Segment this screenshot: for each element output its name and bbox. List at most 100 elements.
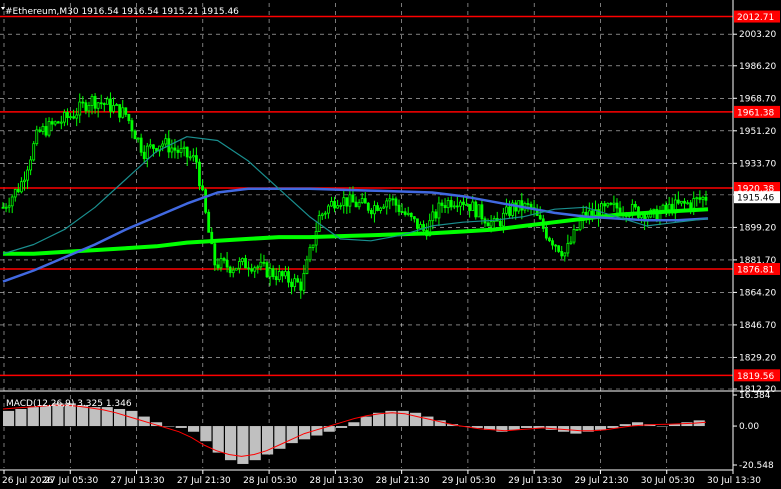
candle-body	[127, 114, 131, 122]
candle-body	[259, 261, 263, 268]
candle	[234, 267, 238, 271]
candle-body	[376, 205, 379, 211]
candle-body	[320, 213, 324, 216]
candle-body	[440, 202, 444, 206]
candle-body	[701, 196, 705, 200]
candle-body	[333, 201, 336, 209]
candle-body	[29, 159, 33, 171]
candle-body	[4, 206, 8, 209]
candle	[204, 188, 208, 215]
candle-body	[265, 262, 269, 278]
time-tick-label: 28 Jul 21:30	[376, 476, 430, 486]
candle-body	[136, 137, 140, 140]
price-tick-label: 1881.70	[739, 256, 776, 266]
price-tick-label: 1986.20	[739, 62, 776, 72]
candle-body	[287, 271, 290, 283]
candle-body	[357, 202, 361, 208]
candle-body	[38, 129, 42, 132]
candle-body	[446, 200, 450, 209]
candle-body	[409, 212, 413, 218]
macd-bar	[336, 426, 348, 428]
candle-body	[311, 244, 315, 248]
candle-body	[102, 103, 106, 105]
candle-body	[44, 126, 48, 136]
macd-bar	[521, 426, 533, 428]
candle-body	[373, 205, 376, 215]
candle-body	[680, 200, 683, 204]
time-tick-label: 29 Jul 13:30	[508, 476, 562, 486]
candle-body	[253, 267, 257, 272]
candle-body	[179, 148, 183, 153]
candle-body	[449, 200, 453, 208]
candle-body	[379, 207, 382, 211]
candle-body	[124, 107, 128, 115]
candle-body	[198, 161, 201, 187]
candle	[477, 204, 481, 218]
candle-body	[81, 101, 85, 104]
candle-body	[554, 244, 557, 247]
candle-body	[354, 201, 358, 208]
candle-body	[369, 209, 373, 215]
candle-body	[53, 121, 57, 125]
candle-body	[572, 229, 576, 243]
candle	[557, 245, 561, 253]
macd-bar	[15, 408, 27, 427]
candle-body	[26, 169, 29, 181]
price-chart[interactable]: 2012.711961.381920.381876.811819.56 2003…	[0, 0, 781, 489]
candle-body	[443, 205, 447, 209]
macd-bar	[410, 412, 422, 427]
candle-body	[591, 210, 594, 216]
candle-body	[557, 245, 561, 252]
candle-body	[13, 189, 17, 198]
time-tick-label: 27 Jul 05:30	[44, 476, 98, 486]
candle-body	[99, 102, 103, 105]
candle-body	[164, 138, 168, 145]
macd-bar	[27, 407, 39, 427]
candle-body	[327, 205, 330, 214]
candle-body	[388, 198, 392, 202]
candle-body	[412, 216, 416, 220]
candle-body	[244, 258, 247, 269]
candle-body	[69, 116, 72, 119]
candle-body	[195, 155, 198, 163]
candle-body	[455, 205, 459, 208]
candle-body	[606, 202, 610, 207]
candle	[32, 141, 36, 162]
candle-body	[342, 197, 346, 206]
candle-body	[173, 147, 177, 151]
price-tick-label: 1846.70	[739, 321, 776, 331]
macd-label: MACD(12,26,9) 3.325 1.346	[6, 399, 132, 409]
candle-body	[615, 202, 619, 209]
level-label: 1961.38	[737, 108, 774, 118]
candle-body	[204, 189, 208, 213]
candle-body	[90, 96, 94, 106]
candle-body	[486, 222, 490, 227]
candle-body	[87, 105, 91, 112]
candle-body	[400, 211, 404, 213]
candle-body	[508, 206, 511, 216]
candle-body	[551, 240, 554, 246]
macd-bar	[274, 426, 286, 449]
candle-body	[360, 198, 364, 204]
candle-body	[115, 104, 118, 106]
candle-body	[75, 114, 79, 119]
candle-body	[437, 202, 441, 219]
candle	[575, 228, 579, 231]
price-tick-label: 1933.70	[739, 159, 776, 169]
candle-body	[348, 194, 352, 207]
candle-body	[520, 200, 524, 211]
candle-body	[609, 202, 613, 205]
candle-body	[84, 102, 88, 112]
macd-bar	[595, 426, 607, 430]
time-tick-label: 27 Jul 21:30	[177, 476, 231, 486]
candle-body	[462, 201, 465, 205]
candle-body	[62, 111, 66, 123]
candle-body	[474, 201, 478, 218]
candle-body	[161, 143, 165, 147]
candle-body	[268, 268, 272, 278]
candle-body	[664, 204, 668, 211]
macd-bar	[175, 426, 187, 428]
time-tick-label: 29 Jul 21:30	[574, 476, 628, 486]
candle-body	[16, 189, 20, 193]
price-tick-label: 2003.20	[739, 30, 776, 40]
